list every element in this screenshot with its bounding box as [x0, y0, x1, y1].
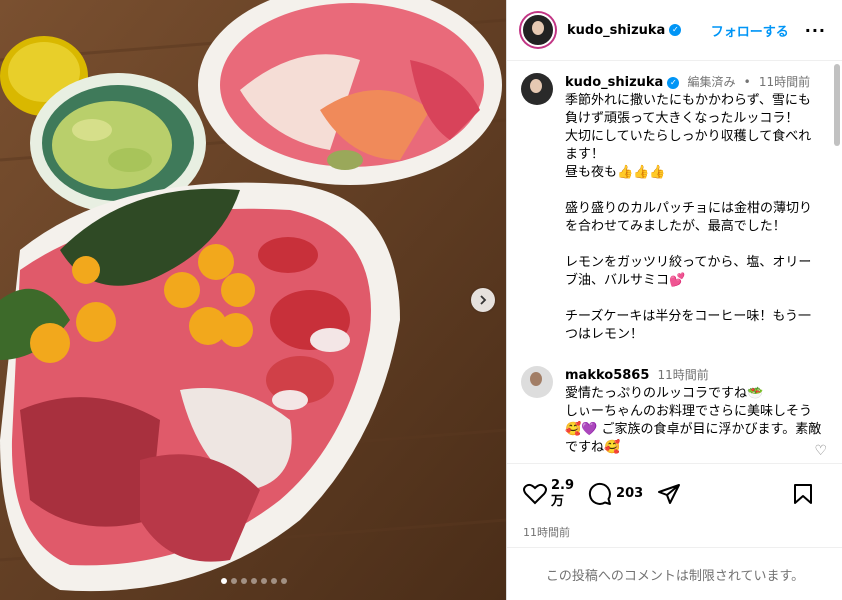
send-icon	[658, 484, 681, 504]
carousel-dot	[221, 578, 227, 584]
post-caption: kudo_shizuka ✓ 編集済み • 11時間前 季節外れに撒いたにもかかわ…	[521, 73, 829, 344]
carousel-dot	[241, 578, 247, 584]
carousel-dot	[231, 578, 237, 584]
avatar[interactable]	[521, 73, 553, 105]
comment-icon	[588, 482, 612, 505]
comment-text: 愛情たっぷりのルッコラですね🥗 しぃーちゃんのお料理でさらに美味しそう🥰💜 ご家…	[565, 386, 822, 455]
caption-text: 季節外れに撒いたにもかかわらず、雪にも負けず頑張って大きくなったルッコラ！ 大切…	[565, 93, 813, 342]
bookmark-icon	[794, 484, 812, 504]
comment-button[interactable]: 203	[588, 482, 643, 506]
comments-list[interactable]: kudo_shizuka ✓ 編集済み • 11時間前 季節外れに撒いたにもかかわ…	[507, 61, 842, 463]
post-side-panel: kudo_shizuka ✓ フォローする ··· kudo_shizuka ✓ 編…	[506, 0, 842, 600]
verified-badge-icon: ✓	[669, 24, 682, 36]
post-header: kudo_shizuka ✓ フォローする ···	[507, 0, 842, 61]
carousel-next-button[interactable]	[471, 288, 495, 312]
like-count[interactable]: 2.9 万	[551, 478, 574, 510]
comment-username[interactable]: makko5865	[565, 368, 649, 383]
edited-label: 編集済み	[687, 75, 736, 89]
caption-body: kudo_shizuka ✓ 編集済み • 11時間前 季節外れに撒いたにもかかわ…	[565, 73, 823, 344]
carousel-dot	[261, 578, 267, 584]
list-item: makko5865 11時間前 愛情たっぷりのルッコラですね🥗 しぃーちゃんのお…	[521, 366, 829, 457]
post-photo[interactable]	[0, 0, 506, 600]
caption-username[interactable]: kudo_shizuka	[565, 75, 663, 90]
carousel-dots	[221, 578, 287, 584]
food-photo-image	[0, 0, 506, 600]
carousel-dot	[281, 578, 287, 584]
avatar[interactable]	[521, 366, 553, 398]
header-username-text[interactable]: kudo_shizuka	[567, 23, 665, 38]
follow-button[interactable]: フォローする	[711, 21, 789, 40]
post-actions: 2.9 万 203 11時間前	[507, 463, 842, 547]
like-button[interactable]: 2.9 万	[523, 478, 574, 510]
comment-time[interactable]: 11時間前	[658, 368, 709, 382]
heart-icon	[523, 483, 547, 505]
caption-time[interactable]: 11時間前	[759, 75, 810, 89]
save-button[interactable]	[793, 483, 813, 505]
avatar[interactable]	[521, 13, 555, 47]
separator-dot: •	[743, 75, 751, 89]
carousel-dot	[271, 578, 277, 584]
carousel-dot	[251, 578, 257, 584]
verified-badge-icon: ✓	[667, 76, 680, 89]
share-button[interactable]	[657, 482, 681, 506]
comment-count[interactable]: 203	[616, 486, 643, 502]
scrollbar[interactable]	[834, 64, 840, 146]
comments-disabled-notice: この投稿へのコメントは制限されています。	[507, 547, 842, 600]
comment-like-heart-icon[interactable]: ♡	[814, 443, 827, 459]
chevron-right-icon	[480, 295, 487, 305]
post-time-ago[interactable]: 11時間前	[523, 524, 827, 540]
more-horizontal-icon[interactable]: ···	[805, 21, 826, 40]
header-username[interactable]: kudo_shizuka ✓	[567, 23, 682, 38]
comment-body: makko5865 11時間前 愛情たっぷりのルッコラですね🥗 しぃーちゃんのお…	[565, 366, 823, 457]
